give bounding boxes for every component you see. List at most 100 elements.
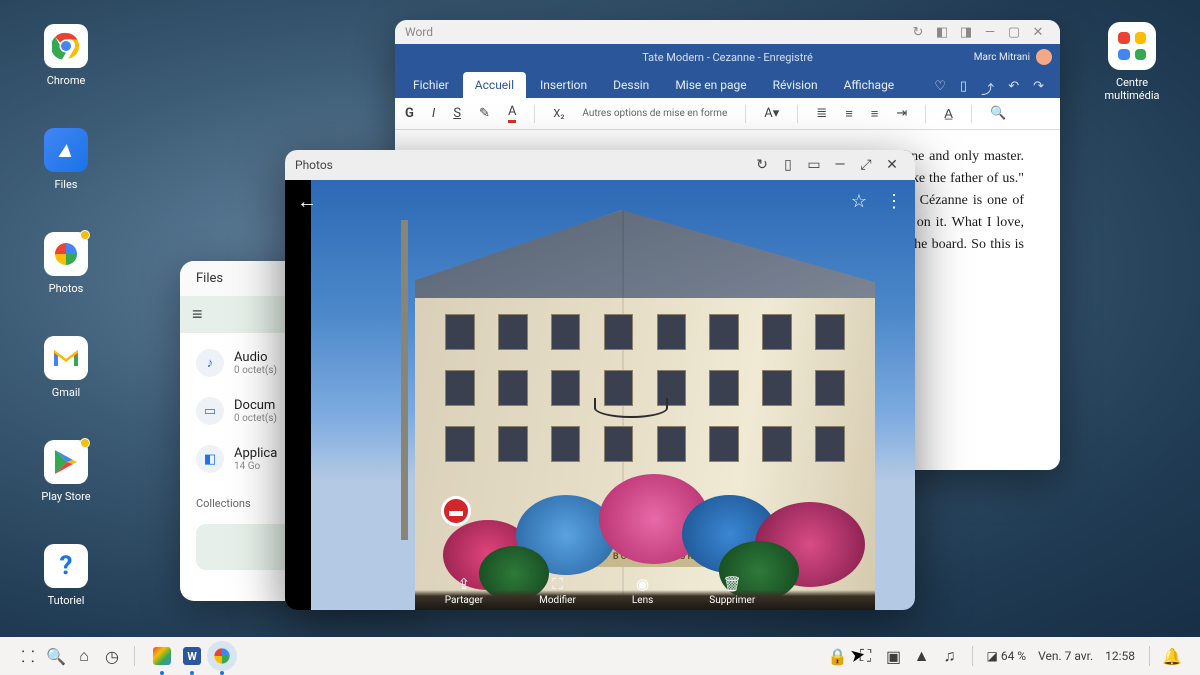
share-button[interactable]: ⇪Partager [445, 575, 483, 606]
lens-icon: ◉ [636, 575, 649, 593]
reading-icon[interactable]: ▯ [960, 79, 967, 98]
minimize-icon[interactable]: — [978, 25, 1002, 40]
more-format-label[interactable]: Autres options de mise en forme [582, 108, 727, 119]
desktop-icon-media-center[interactable]: Centre multimédia [1092, 22, 1172, 102]
align-button[interactable]: ≡ [871, 106, 879, 122]
music-icon: ♪ [196, 349, 224, 377]
photos-app-name: Photos [295, 158, 333, 172]
document-icon: ▭ [196, 397, 224, 425]
photo-actions: ⇪Partager ⛶Modifier ◉Lens 🗑Supprimer [285, 562, 915, 610]
redo-icon[interactable]: ↷ [1033, 79, 1044, 98]
lock-icon[interactable]: 🔒 [824, 647, 852, 666]
desktop-icon-chrome[interactable]: Chrome [30, 24, 102, 87]
tab-mise-en-page[interactable]: Mise en page [663, 72, 758, 98]
text-style-button[interactable]: A▾ [764, 106, 779, 121]
cast-icon[interactable]: ▣ [880, 647, 908, 666]
undo-icon[interactable]: ↶ [1008, 79, 1019, 98]
tab-dessin[interactable]: Dessin [601, 72, 661, 98]
close-icon[interactable]: ✕ [879, 157, 905, 173]
share-icon: ⇪ [458, 575, 471, 593]
bullets-button[interactable]: ≣ [816, 106, 827, 121]
photo-viewer[interactable]: LE BON PECHEUR ← ☆ ⋮ ⇪Partager ⛶Modifier [285, 180, 915, 610]
desktop-icon-files[interactable]: ▲ Files [30, 128, 102, 191]
italic-button[interactable]: I [432, 106, 435, 121]
hamburger-icon[interactable]: ≡ [192, 304, 203, 325]
notifications-icon[interactable]: 🔔 [1158, 647, 1186, 666]
tab-revision[interactable]: Révision [761, 72, 830, 98]
wifi-icon[interactable]: ▲ [908, 646, 936, 666]
battery-status[interactable]: ◪ 64 % [981, 649, 1033, 663]
help-icon: ? [44, 544, 88, 588]
headphones-icon[interactable]: ♫ [936, 646, 964, 666]
desktop-icon-label: Chrome [30, 74, 102, 87]
phone-icon[interactable]: ▯ [775, 157, 801, 173]
apps-icon: ◧ [196, 445, 224, 473]
photos-window: Photos ↻ ▯ ▭ — ⤢ ✕ LE BON PECHEUR [285, 150, 915, 610]
photos-titlebar[interactable]: Photos ↻ ▯ ▭ — ⤢ ✕ [285, 150, 915, 180]
highlight-button[interactable]: ✎ [479, 106, 490, 121]
find-button[interactable]: 🔍 [990, 106, 1006, 121]
play-store-icon [44, 440, 88, 484]
desktop-icon-label: Tutoriel [30, 594, 102, 607]
media-center-icon [1108, 22, 1156, 70]
lens-button[interactable]: ◉Lens [632, 575, 653, 606]
home-icon[interactable]: ⌂ [70, 646, 98, 666]
word-app-name: Word [405, 25, 433, 39]
word-titlebar[interactable]: Word ↻ ◧ ◨ — ▢ ✕ [395, 20, 1060, 44]
recent-icon[interactable]: ◷ [98, 647, 126, 666]
snap-right-icon[interactable]: ◨ [954, 25, 978, 40]
font-color-button[interactable]: A [508, 104, 516, 123]
indent-button[interactable]: ⇥ [896, 106, 907, 121]
favorite-icon[interactable]: ☆ [851, 191, 867, 212]
styles-button[interactable]: A̲ [944, 106, 953, 122]
no-entry-sign [441, 496, 471, 526]
tab-accueil[interactable]: Accueil [463, 72, 526, 98]
search-icon[interactable]: 🔍 [42, 647, 70, 666]
more-icon[interactable]: ⋮ [885, 191, 903, 212]
gmail-icon [44, 336, 88, 380]
refresh-icon[interactable]: ↻ [749, 157, 775, 173]
back-icon[interactable]: ← [297, 189, 317, 214]
underline-button[interactable]: S [453, 106, 461, 121]
edit-button[interactable]: ⛶Modifier [539, 575, 576, 606]
lightbulb-icon[interactable]: ♡ [934, 79, 946, 98]
taskbar-app-settings[interactable] [147, 641, 177, 671]
desktop-icon-tutorial[interactable]: ? Tutoriel [30, 544, 102, 607]
desktop-icon-photos[interactable]: Photos [30, 232, 102, 295]
tab-fichier[interactable]: Fichier [401, 72, 461, 98]
word-document-title: Tate Modern - Cezanne - Enregistré Marc … [395, 44, 1060, 70]
tab-insertion[interactable]: Insertion [528, 72, 599, 98]
subscript-button[interactable]: X₂ [553, 107, 564, 120]
edit-icon: ⛶ [552, 575, 563, 593]
photos-icon [44, 232, 88, 276]
taskbar-app-photos[interactable] [207, 641, 237, 671]
maximize-icon[interactable]: ▢ [1002, 25, 1026, 40]
time-label[interactable]: 12:58 [1099, 649, 1141, 663]
delete-button[interactable]: 🗑Supprimer [709, 575, 755, 606]
desktop-icon-gmail[interactable]: Gmail [30, 336, 102, 399]
taskbar: ⸬ 🔍 ⌂ ◷ W 🔒 ⛶ ▣ ▲ ♫ ◪ 64 % Ven. 7 avr. 1… [0, 637, 1200, 675]
tab-affichage[interactable]: Affichage [832, 72, 907, 98]
desktop-icon-label: Photos [30, 282, 102, 295]
date-label[interactable]: Ven. 7 avr. [1032, 649, 1099, 663]
share-icon[interactable]: ⤴ [981, 79, 994, 98]
word-ribbon: G I S ✎ A X₂ Autres options de mise en f… [395, 98, 1060, 130]
desktop-icon-playstore[interactable]: Play Store [30, 440, 102, 503]
files-icon: ▲ [44, 128, 88, 172]
close-icon[interactable]: ✕ [1026, 25, 1050, 40]
bold-button[interactable]: G [405, 106, 414, 121]
launcher-icon[interactable]: ⸬ [14, 645, 42, 667]
numbering-button[interactable]: ≡ [845, 106, 853, 122]
snap-left-icon[interactable]: ◧ [930, 25, 954, 40]
tablet-icon[interactable]: ▭ [801, 157, 827, 173]
fullscreen-icon[interactable]: ⤢ [853, 157, 879, 173]
word-user[interactable]: Marc Mitrani [974, 44, 1052, 70]
desktop-icon-label: Gmail [30, 386, 102, 399]
desktop-icon-label: Centre multimédia [1092, 76, 1172, 102]
desktop-icon-label: Files [30, 178, 102, 191]
minimize-icon[interactable]: — [827, 157, 853, 173]
word-tabs: Fichier Accueil Insertion Dessin Mise en… [395, 70, 1060, 98]
chrome-icon [44, 24, 88, 68]
refresh-icon[interactable]: ↻ [906, 25, 930, 40]
taskbar-app-word[interactable]: W [177, 641, 207, 671]
